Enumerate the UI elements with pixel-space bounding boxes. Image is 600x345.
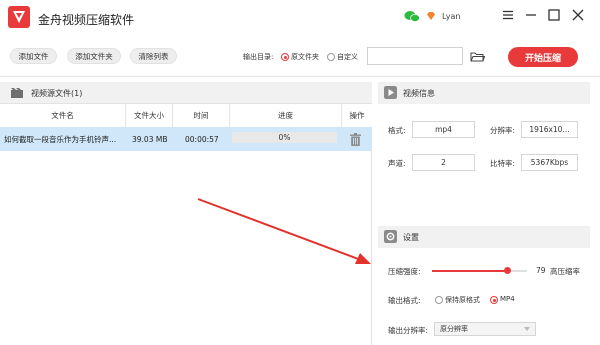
app-logo-icon: [8, 6, 30, 28]
app-title: 金舟视频压缩软件: [38, 13, 135, 27]
user-area[interactable]: Lyan: [404, 9, 460, 23]
resolution-label: 分辨率:: [490, 126, 516, 135]
minimize-icon[interactable]: [524, 8, 538, 22]
gear-icon: [384, 230, 397, 243]
strength-slider-fill: [432, 270, 508, 272]
add-file-button[interactable]: 添加文件: [10, 48, 57, 64]
file-panel-header: 视频源文件(1): [0, 82, 372, 104]
file-list-panel: 视频源文件(1) 文件名 文件大小 时间 进度 操作: [0, 82, 372, 345]
output-resolution-label: 输出分辨率:: [388, 326, 429, 335]
trash-icon[interactable]: [350, 133, 361, 146]
clear-list-button[interactable]: 清除列表: [130, 48, 177, 64]
output-path-input[interactable]: [367, 47, 463, 65]
menu-icon[interactable]: [501, 8, 515, 22]
output-resolution-select[interactable]: 原分辨率: [434, 322, 536, 336]
radio-custom-folder-label: 自定义: [337, 53, 358, 61]
strength-label: 压缩强度:: [388, 267, 421, 276]
row-duration: 00:00:57: [185, 134, 219, 144]
username: Lyan: [442, 11, 461, 21]
video-info-header: 视频信息: [378, 82, 590, 104]
column-header-filename: 文件名: [0, 104, 126, 128]
settings-header: 设置: [378, 226, 590, 248]
column-header-progress: 进度: [230, 104, 342, 128]
wechat-icon: [404, 10, 420, 22]
format-label: 格式:: [388, 126, 406, 135]
chevron-down-icon: [524, 327, 530, 331]
row-filename: 如何截取一段音乐作为手机铃声...: [4, 134, 117, 144]
title-bar: 金舟视频压缩软件 Lyan: [0, 0, 600, 36]
column-header-time: 时间: [173, 104, 230, 128]
column-header-actions: 操作: [342, 104, 372, 128]
resolution-value: 1916x10...: [521, 121, 578, 138]
film-icon: [11, 88, 23, 98]
close-icon[interactable]: [571, 8, 585, 22]
radio-original-folder[interactable]: [281, 53, 289, 61]
strength-value: 79: [536, 266, 546, 275]
channels-value: 2: [412, 154, 475, 171]
column-header-size: 文件大小: [126, 104, 173, 128]
strength-slider-knob[interactable]: [503, 267, 511, 274]
toolbar-divider: [0, 76, 600, 77]
folder-icon[interactable]: [470, 51, 485, 62]
maximize-icon[interactable]: [547, 8, 561, 22]
channels-label: 声道:: [388, 159, 406, 168]
format-value: mp4: [412, 121, 475, 138]
output-resolution-selected: 原分辨率: [440, 325, 468, 333]
bitrate-value: 5367Kbps: [521, 154, 578, 171]
output-format-label: 输出格式:: [388, 296, 421, 305]
row-progress-text: 0%: [278, 133, 291, 142]
output-dir-label: 输出目录:: [243, 53, 274, 61]
radio-keep-format[interactable]: [435, 296, 443, 304]
file-panel-title: 视频源文件(1): [31, 89, 83, 98]
radio-mp4[interactable]: [490, 296, 498, 304]
radio-mp4-label: MP4: [500, 295, 515, 303]
radio-keep-format-label: 保持原格式: [445, 296, 480, 304]
video-info-title: 视频信息: [403, 89, 435, 98]
strength-hint: 高压缩率: [550, 267, 580, 276]
row-size: 39.03 MB: [132, 134, 168, 144]
vip-diamond-icon: [427, 12, 435, 20]
bitrate-label: 比特率:: [490, 159, 516, 168]
add-folder-button[interactable]: 添加文件夹: [67, 48, 121, 64]
settings-title: 设置: [403, 233, 419, 242]
toolbar: 添加文件 添加文件夹 清除列表 输出目录: 原文件夹 自定义 开始压缩: [0, 44, 600, 70]
play-icon: [384, 86, 397, 99]
start-compress-button[interactable]: 开始压缩: [508, 47, 578, 67]
radio-custom-folder[interactable]: [327, 53, 335, 61]
radio-original-folder-label: 原文件夹: [291, 53, 319, 61]
